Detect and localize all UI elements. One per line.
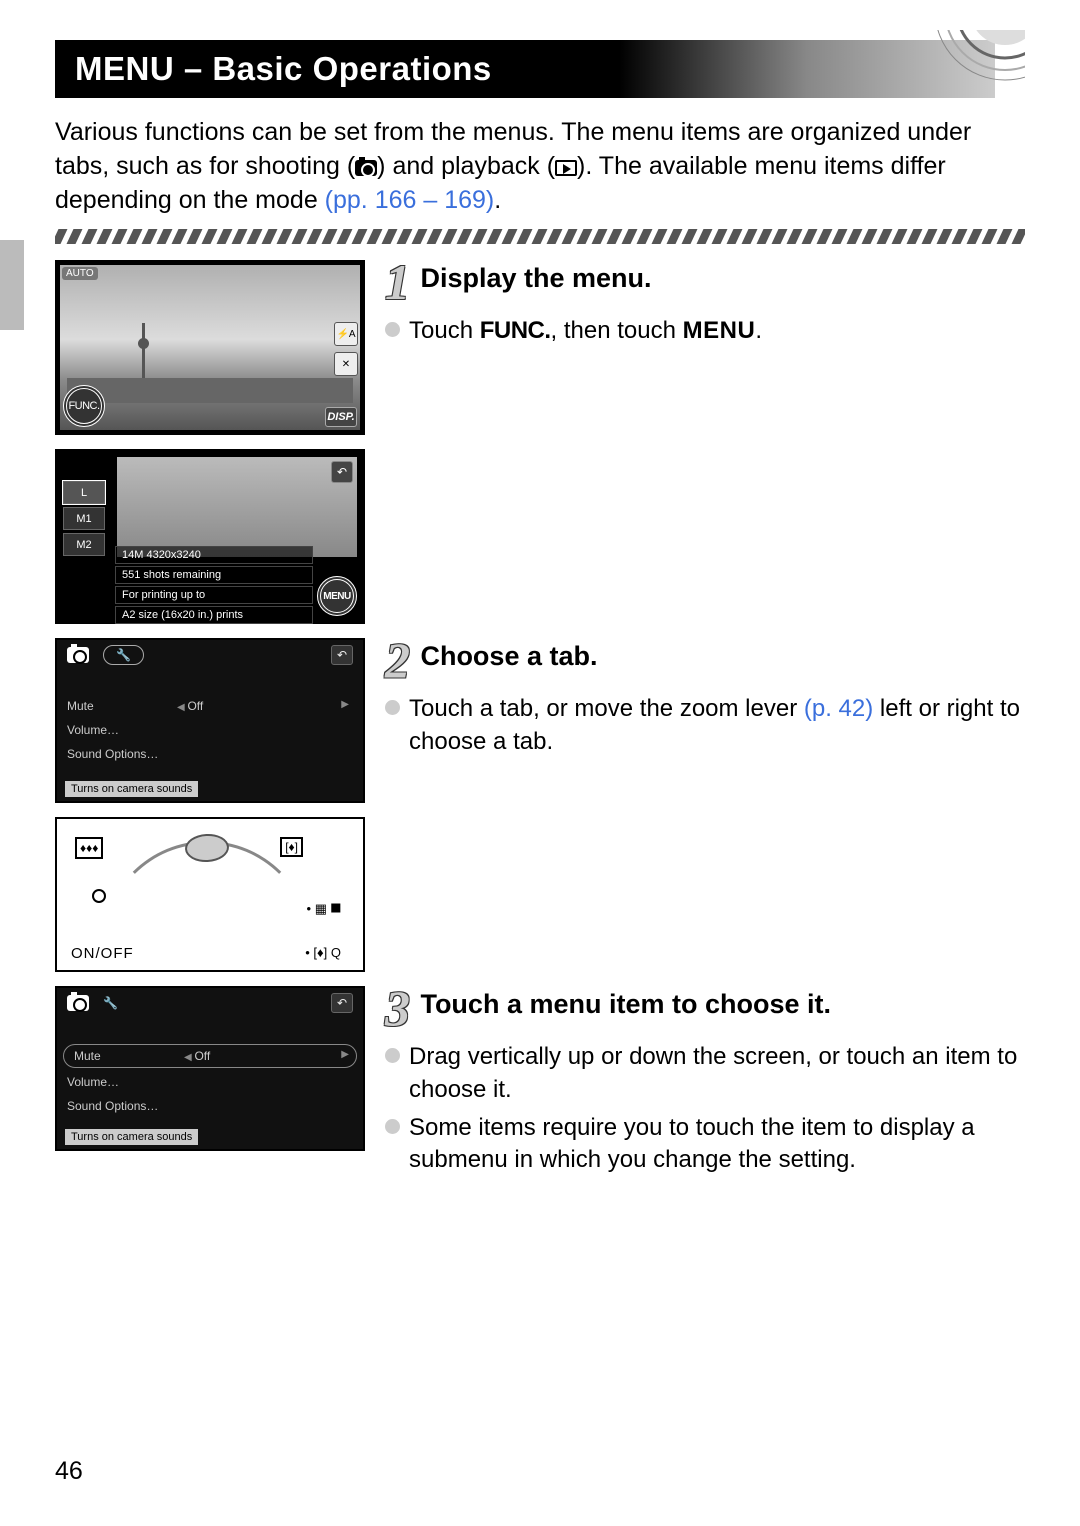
timer-off-icon: ✕ — [334, 352, 358, 376]
shooting-tab-icon[interactable] — [67, 995, 89, 1011]
step2-bullet: Touch a tab, or move the zoom lever (p. … — [385, 693, 1025, 758]
step-title-1: Display the menu. — [420, 263, 651, 293]
step-title-2: Choose a tab. — [420, 641, 597, 671]
step-number-1: 1 — [385, 260, 410, 305]
intro-text-2: ) and playback ( — [377, 152, 555, 180]
section-title: MENU – Basic Operations — [75, 50, 492, 87]
menu-hint: Turns on camera sounds — [65, 1129, 198, 1145]
lamp-icon — [92, 889, 106, 903]
onoff-label: ON/OFF — [71, 945, 134, 962]
shots-remaining-label: 551 shots remaining — [115, 566, 313, 584]
flash-icon: ⚡A — [334, 322, 358, 346]
size-option-m1[interactable]: M1 — [63, 507, 105, 530]
page-number: 46 — [55, 1457, 83, 1486]
title-ornament-icon — [895, 30, 1025, 110]
func-button[interactable]: FUNC. — [63, 385, 105, 427]
disp-button[interactable]: DISP. — [325, 407, 357, 427]
menu-button[interactable]: MENU — [317, 576, 357, 616]
menu-item-sound-options[interactable]: Sound Options… — [67, 1099, 177, 1113]
menu-item-mute-selected[interactable]: Mute — [74, 1049, 184, 1063]
print-size-label-2: A2 size (16x20 in.) prints — [115, 606, 313, 624]
hash-divider — [55, 229, 1025, 244]
setup-tab-icon[interactable]: 🔧 — [103, 645, 144, 665]
menu-item-sound-options[interactable]: Sound Options… — [67, 747, 177, 761]
size-option-m2[interactable]: M2 — [63, 533, 105, 556]
mute-value[interactable]: Off — [177, 699, 203, 713]
screenshot-menu-item-selected: 🔧 ↶ MuteOff Volume… Sound Options… Turns… — [55, 986, 365, 1151]
screenshot-menu-tabs: 🔧 ↶ MuteOff Volume… Sound Options… Turns… — [55, 638, 365, 803]
step-number-3: 3 — [385, 986, 410, 1031]
wide-icon: ♦♦♦ — [75, 837, 103, 859]
intro-paragraph: Various functions can be set from the me… — [55, 116, 1025, 217]
step3-bullet-1: Drag vertically up or down the screen, o… — [385, 1041, 1025, 1106]
step-number-2: 2 — [385, 638, 410, 683]
menu-item-mute[interactable]: Mute — [67, 699, 177, 713]
screenshot-shooting-screen: AUTO ⚡A ✕ FUNC. DISP. — [55, 260, 365, 435]
tele-icon: [♦] — [280, 837, 303, 857]
shooting-tab-icon[interactable] — [67, 647, 89, 663]
playback-icon — [555, 160, 577, 176]
page-ref-link-42[interactable]: (p. 42) — [804, 695, 873, 722]
size-option-l[interactable]: L — [63, 481, 105, 504]
mute-value-selected[interactable]: Off — [184, 1049, 210, 1063]
camera-icon — [355, 160, 377, 176]
menu-item-volume[interactable]: Volume… — [67, 723, 177, 737]
zoom-lever-diagram: ♦♦♦ [♦] ON/OFF • ▦ ⯀ • [♦] Q — [55, 817, 365, 972]
auto-mode-badge: AUTO — [62, 267, 98, 280]
back-icon[interactable]: ↶ — [331, 461, 353, 483]
back-icon[interactable]: ↶ — [331, 645, 353, 665]
back-icon[interactable]: ↶ — [331, 993, 353, 1013]
print-size-label-1: For printing up to — [115, 586, 313, 604]
page-edge-tab — [0, 240, 24, 330]
menu-hint: Turns on camera sounds — [65, 781, 198, 797]
step-title-3: Touch a menu item to choose it. — [420, 989, 831, 1019]
mode-row-2: • [♦] Q — [305, 945, 341, 960]
screenshot-func-menu: ↶ L M1 M2 14M 4320x3240 551 shots remain… — [55, 449, 365, 624]
resolution-label: 14M 4320x3240 — [115, 546, 313, 564]
setup-tab-icon[interactable]: 🔧 — [103, 996, 118, 1010]
section-title-bar: MENU – Basic Operations — [55, 40, 995, 98]
mode-row-1: • ▦ ⯀ — [307, 901, 341, 917]
step3-bullet-2: Some items require you to touch the item… — [385, 1112, 1025, 1177]
page-ref-link[interactable]: (pp. 166 – 169) — [325, 186, 495, 214]
menu-item-volume[interactable]: Volume… — [67, 1075, 177, 1089]
step1-bullet: Touch FUNC., then touch MENU. — [385, 315, 1025, 347]
